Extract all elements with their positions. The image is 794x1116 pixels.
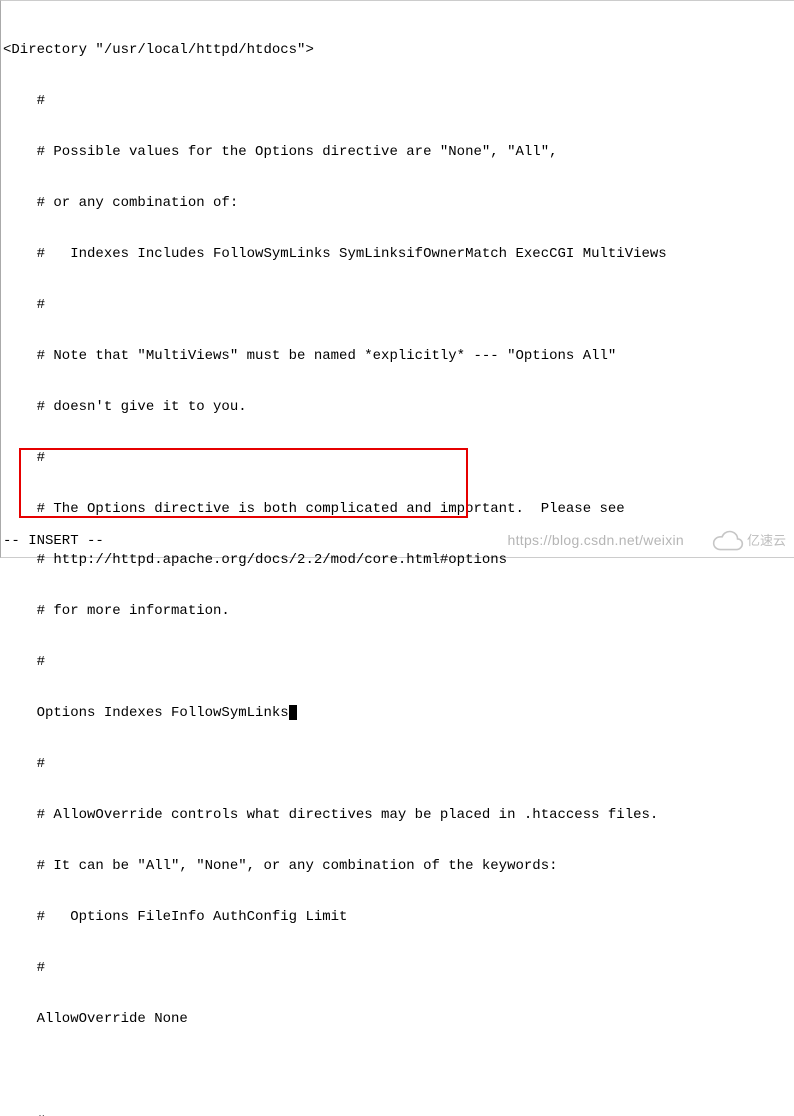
vim-mode-status: -- INSERT --: [3, 533, 104, 550]
config-line: # Options FileInfo AuthConfig Limit: [3, 909, 792, 926]
config-line-cursor: Options Indexes FollowSymLinks: [3, 705, 792, 722]
config-line: #: [3, 1113, 792, 1116]
config-line: # http://httpd.apache.org/docs/2.2/mod/c…: [3, 552, 792, 569]
terminal-editor[interactable]: <Directory "/usr/local/httpd/htdocs"> # …: [1, 1, 794, 1116]
config-line: # Possible values for the Options direct…: [3, 144, 792, 161]
watermark-url: https://blog.csdn.net/weixin: [508, 532, 685, 549]
text-cursor: [289, 705, 297, 720]
config-line-open: <Directory "/usr/local/httpd/htdocs">: [3, 42, 792, 59]
config-line: # or any combination of:: [3, 195, 792, 212]
config-line: # AllowOverride controls what directives…: [3, 807, 792, 824]
config-line: # for more information.: [3, 603, 792, 620]
config-line: # Indexes Includes FollowSymLinks SymLin…: [3, 246, 792, 263]
config-line: # It can be "All", "None", or any combin…: [3, 858, 792, 875]
config-line: #: [3, 654, 792, 671]
cloud-icon: [711, 529, 745, 551]
config-line: # The Options directive is both complica…: [3, 501, 792, 518]
cursor-line-text: Options Indexes FollowSymLinks: [3, 705, 289, 721]
config-line: AllowOverride None: [3, 1011, 792, 1028]
watermark-logo: 亿速云: [711, 529, 786, 551]
config-line: #: [3, 450, 792, 467]
config-line: #: [3, 756, 792, 773]
config-line: #: [3, 93, 792, 110]
config-line: # Note that "MultiViews" must be named *…: [3, 348, 792, 365]
config-line: [3, 1062, 792, 1079]
watermark-logo-text: 亿速云: [747, 532, 786, 549]
config-line: # doesn't give it to you.: [3, 399, 792, 416]
config-line: #: [3, 297, 792, 314]
config-line: #: [3, 960, 792, 977]
